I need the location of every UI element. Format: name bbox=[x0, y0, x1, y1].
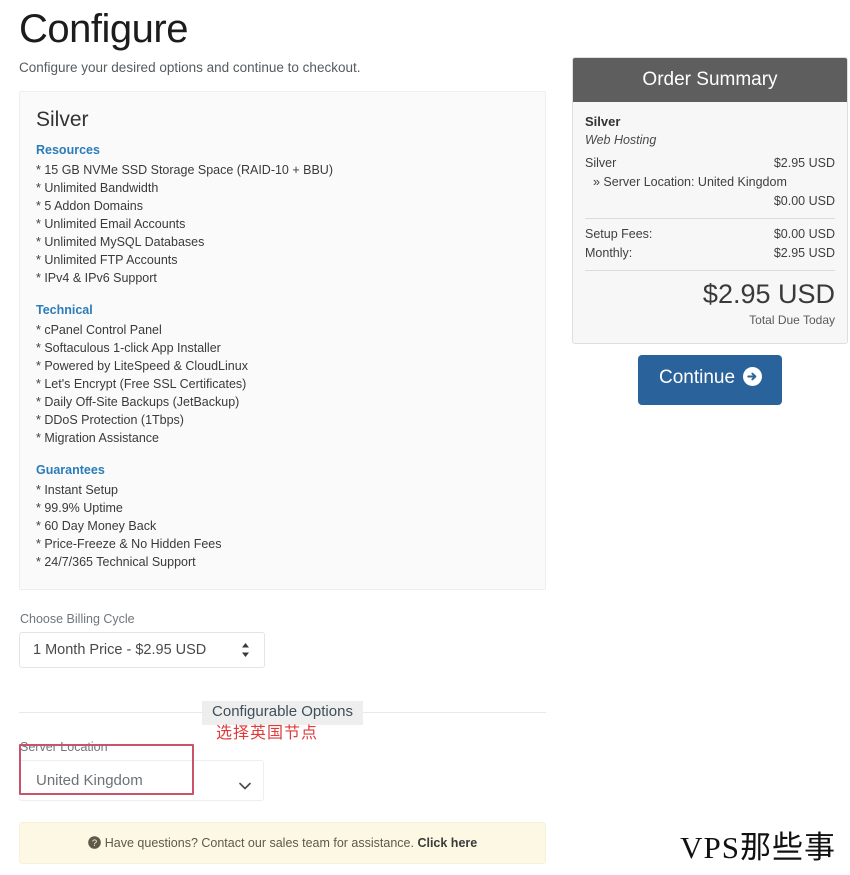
feature-line: * 99.9% Uptime bbox=[36, 501, 123, 516]
up-down-chevron-icon bbox=[241, 642, 250, 658]
watermark: VPS那些事 bbox=[680, 830, 836, 865]
summary-fee-row: Monthly: $2.95 USD bbox=[585, 244, 835, 263]
package-name: Silver bbox=[36, 108, 89, 131]
order-summary-body: Silver Web Hosting Silver $2.95 USD » Se… bbox=[573, 102, 847, 343]
summary-total-label: Total Due Today bbox=[749, 313, 835, 327]
feature-group-heading: Resources bbox=[36, 143, 100, 158]
annotation-text: 选择英国节点 bbox=[216, 723, 319, 742]
summary-line-item: Silver $2.95 USD bbox=[585, 154, 835, 173]
feature-line: * Unlimited Email Accounts bbox=[36, 217, 186, 232]
summary-suboption-label: » Server Location: United Kingdom bbox=[593, 175, 787, 189]
chevron-down-icon bbox=[239, 777, 251, 790]
summary-product-name: Silver bbox=[585, 114, 621, 129]
feature-line: * 5 Addon Domains bbox=[36, 199, 144, 214]
billing-cycle-select[interactable]: 1 Month Price - $2.95 USD bbox=[19, 632, 265, 669]
help-alert-text: Have questions? Contact our sales team f… bbox=[104, 836, 414, 851]
feature-group-guarantees: Guarantees * Instant Setup * 99.9% Uptim… bbox=[36, 461, 529, 571]
continue-button-label: Continue bbox=[658, 367, 736, 388]
question-circle-icon: ? bbox=[87, 825, 101, 865]
arrow-circle-right-icon bbox=[743, 367, 763, 392]
feature-line: * IPv4 & IPv6 Support bbox=[36, 271, 157, 286]
summary-fee-price: $2.95 USD bbox=[773, 246, 835, 260]
order-summary-panel: Order Summary Silver Web Hosting Silver … bbox=[572, 57, 848, 344]
summary-fee-price: $0.00 USD bbox=[773, 227, 835, 241]
feature-line: * Powered by LiteSpeed & CloudLinux bbox=[36, 359, 248, 374]
feature-line: * Unlimited Bandwidth bbox=[36, 181, 159, 196]
feature-line: * Daily Off-Site Backups (JetBackup) bbox=[36, 395, 240, 410]
svg-text:?: ? bbox=[92, 838, 97, 849]
feature-line: * 15 GB NVMe SSD Storage Space (RAID-10 … bbox=[36, 163, 333, 178]
server-location-select[interactable]: United Kingdom bbox=[19, 760, 264, 802]
server-location-value: United Kingdom bbox=[36, 772, 143, 790]
feature-line: * 24/7/365 Technical Support bbox=[36, 555, 196, 570]
feature-group-heading: Technical bbox=[36, 303, 93, 318]
feature-line: * Instant Setup bbox=[36, 483, 119, 498]
summary-product-group: Web Hosting bbox=[585, 133, 657, 147]
feature-line: * Unlimited FTP Accounts bbox=[36, 253, 178, 268]
feature-line: * Softaculous 1-click App Installer bbox=[36, 341, 221, 356]
help-alert-link[interactable]: Click here bbox=[417, 836, 477, 850]
feature-line: * 60 Day Money Back bbox=[36, 519, 157, 534]
page-subtitle: Configure your desired options and conti… bbox=[19, 60, 361, 75]
feature-line: * Unlimited MySQL Databases bbox=[36, 235, 205, 250]
feature-line: * DDoS Protection (1Tbps) bbox=[36, 413, 184, 428]
summary-suboption-price: $0.00 USD bbox=[773, 194, 835, 208]
summary-total-amount: $2.95 USD bbox=[702, 279, 835, 309]
summary-fee-row: Setup Fees: $0.00 USD bbox=[585, 225, 835, 244]
page-title: Configure bbox=[19, 7, 188, 51]
feature-group-heading: Guarantees bbox=[36, 463, 105, 478]
feature-line: * Price-Freeze & No Hidden Fees bbox=[36, 537, 222, 552]
configure-page: Configure Configure your desired options… bbox=[0, 0, 850, 875]
summary-line-item-label: Silver bbox=[585, 156, 617, 170]
help-alert: ? Have questions? Contact our sales team… bbox=[19, 822, 546, 865]
feature-line: * Migration Assistance bbox=[36, 431, 159, 446]
feature-line: * Let's Encrypt (Free SSL Certificates) bbox=[36, 377, 247, 392]
billing-cycle-value: 1 Month Price - $2.95 USD bbox=[33, 642, 207, 659]
continue-button[interactable]: Continue bbox=[637, 355, 783, 405]
summary-divider bbox=[585, 270, 835, 271]
feature-line: * cPanel Control Panel bbox=[36, 323, 162, 338]
summary-fee-label: Monthly: bbox=[585, 246, 633, 260]
summary-fee-label: Setup Fees: bbox=[585, 227, 653, 241]
continue-button-wrap: Continue bbox=[572, 355, 848, 405]
package-description-box: Silver Resources * 15 GB NVMe SSD Storag… bbox=[19, 91, 546, 591]
order-summary-heading: Order Summary bbox=[573, 58, 847, 102]
feature-group-resources: Resources * 15 GB NVMe SSD Storage Space… bbox=[36, 141, 529, 287]
billing-cycle-label: Choose Billing Cycle bbox=[20, 612, 135, 627]
feature-group-technical: Technical * cPanel Control Panel * Softa… bbox=[36, 301, 529, 447]
summary-line-item-price: $2.95 USD bbox=[773, 156, 835, 170]
summary-divider bbox=[585, 218, 835, 219]
